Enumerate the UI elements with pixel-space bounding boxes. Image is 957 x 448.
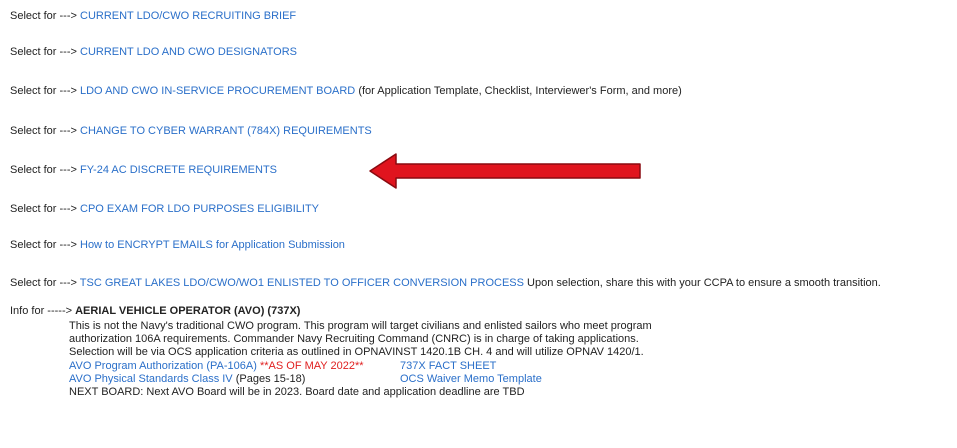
next-board-text: NEXT BOARD: Next AVO Board will be in 20… (69, 386, 525, 399)
select-prefix: Select for ---> (10, 46, 77, 58)
avo-desc-line: authorization 106A requirements. Command… (69, 333, 639, 346)
select-prefix: Select for ---> (10, 239, 77, 251)
select-prefix: Select for ---> (10, 10, 77, 22)
select-prefix: Select for ---> (10, 125, 77, 137)
avo-desc-line: This is not the Navy's traditional CWO p… (69, 320, 652, 332)
select-row: Select for ---> FY-24 AC DISCRETE REQUIR… (10, 163, 277, 177)
avo-heading: Info for -----> AERIAL VEHICLE OPERATOR … (10, 305, 300, 318)
select-row: Select for ---> CURRENT LDO AND CWO DESI… (10, 45, 297, 59)
select-row: Select for ---> How to ENCRYPT EMAILS fo… (10, 238, 345, 252)
designators-link[interactable]: CURRENT LDO AND CWO DESIGNATORS (80, 46, 297, 58)
tsc-conversion-link[interactable]: TSC GREAT LAKES LDO/CWO/WO1 ENLISTED TO … (80, 277, 524, 289)
select-row: Select for ---> CHANGE TO CYBER WARRANT … (10, 124, 372, 138)
select-row: Select for ---> TSC GREAT LAKES LDO/CWO/… (10, 276, 881, 290)
select-row: Select for ---> CURRENT LDO/CWO RECRUITI… (10, 9, 296, 23)
avo-body: This is not the Navy's traditional CWO p… (69, 320, 652, 399)
recruiting-brief-link[interactable]: CURRENT LDO/CWO RECRUITING BRIEF (80, 10, 296, 22)
avo-links-row: AVO Program Authorization (PA-106A) **AS… (69, 360, 652, 373)
avo-desc-line: Selection will be via OCS application cr… (69, 346, 644, 359)
cpo-exam-link[interactable]: CPO EXAM FOR LDO PURPOSES ELIGIBILITY (80, 203, 319, 215)
select-prefix: Select for ---> (10, 277, 77, 289)
pages-note: (Pages 15-18) (235, 372, 306, 385)
encrypt-emails-link[interactable]: How to ENCRYPT EMAILS for Application Su… (80, 239, 345, 251)
procurement-board-link[interactable]: LDO AND CWO IN-SERVICE PROCUREMENT BOARD (80, 85, 355, 97)
select-row: Select for ---> LDO AND CWO IN-SERVICE P… (10, 84, 682, 98)
select-prefix: Select for ---> (10, 164, 77, 176)
red-left-arrow-icon (369, 153, 641, 189)
waiver-memo-link[interactable]: OCS Waiver Memo Template (400, 373, 542, 386)
procurement-board-note: (for Application Template, Checklist, In… (358, 85, 682, 97)
as-of-note: **AS OF MAY 2022** (259, 359, 364, 372)
cyber-warrant-link[interactable]: CHANGE TO CYBER WARRANT (784X) REQUIREME… (80, 125, 372, 137)
physical-standards-link[interactable]: AVO Physical Standards Class IV (69, 373, 233, 385)
avo-authorization-link[interactable]: AVO Program Authorization (PA-106A) (69, 360, 257, 372)
avo-links-row: AVO Physical Standards Class IV (Pages 1… (69, 373, 652, 386)
select-prefix: Select for ---> (10, 203, 77, 215)
tsc-conversion-note: Upon selection, share this with your CCP… (527, 277, 881, 289)
info-prefix: Info for -----> (10, 305, 73, 317)
fy24-discrete-link[interactable]: FY-24 AC DISCRETE REQUIREMENTS (80, 164, 277, 176)
select-prefix: Select for ---> (10, 85, 77, 97)
select-row: Select for ---> CPO EXAM FOR LDO PURPOSE… (10, 202, 319, 216)
avo-title: AERIAL VEHICLE OPERATOR (AVO) (737X) (75, 305, 301, 317)
fact-sheet-link[interactable]: 737X FACT SHEET (400, 360, 496, 373)
